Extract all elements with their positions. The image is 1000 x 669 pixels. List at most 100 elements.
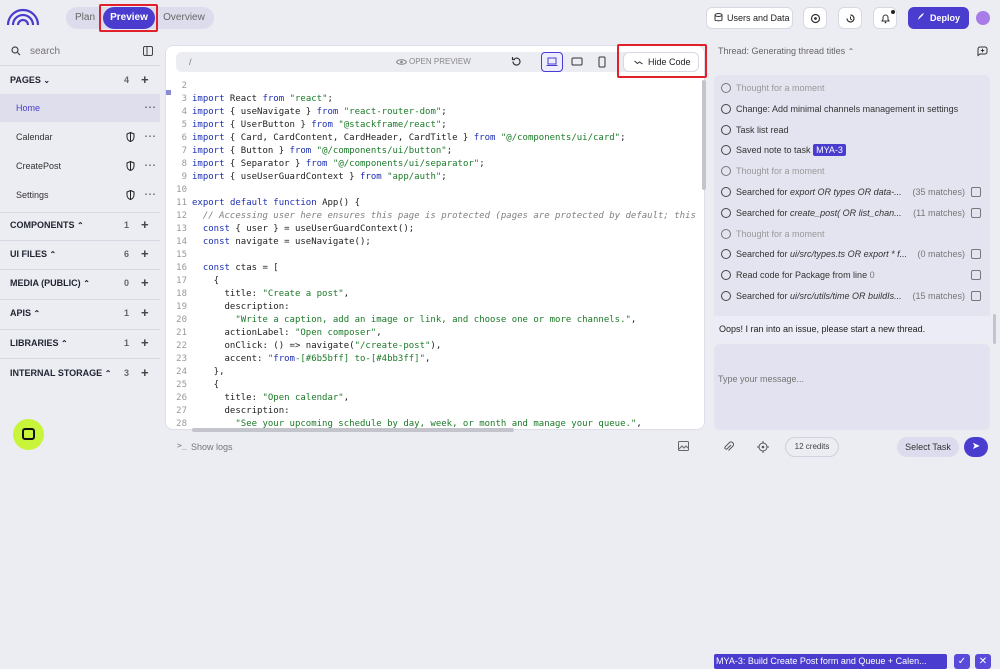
code-text: export default function App() { [192, 198, 361, 208]
activity-label: Read code for Package from line [736, 270, 868, 281]
search-icon [721, 207, 731, 218]
section-apis[interactable]: APIS ⌃ 1 + [0, 299, 160, 327]
section-libraries[interactable]: LIBRARIES ⌃ 1 + [0, 329, 160, 357]
activity-item[interactable]: Searched for create_post( OR list_chan..… [721, 204, 983, 222]
thread-title[interactable]: Thread: Generating thread titles ⌃ [718, 46, 854, 56]
code-text: import { Card, CardContent, CardHeader, … [192, 133, 626, 143]
code-line: 15 [166, 249, 704, 262]
activity-item[interactable]: Searched for ui/src/utils/time OR buildI… [721, 287, 983, 305]
line-number: 12 [176, 211, 187, 221]
section-label: MEDIA (PUBLIC) ⌃ [10, 278, 90, 288]
activity-item[interactable]: Searched for ui/src/types.ts OR export *… [721, 245, 983, 263]
code-line: 13 const { user } = useUserGuardContext(… [166, 223, 704, 236]
activity-item[interactable]: Saved note to task MYA-3 [721, 141, 983, 159]
code-line: 7 import { Button } from "@/components/ui… [166, 145, 704, 158]
add-page-button[interactable]: + [141, 66, 149, 94]
code-line: 27 description: [166, 405, 704, 418]
sidebar-item-createpost[interactable]: CreatePost ⋯ [0, 152, 160, 180]
chat-scrollbar[interactable] [993, 314, 996, 344]
help-chat-button[interactable] [13, 419, 44, 450]
avatar[interactable] [976, 11, 990, 25]
sidebar-item-settings[interactable]: Settings ⋯ [0, 181, 160, 209]
match-count: (15 matches) [912, 291, 965, 301]
more-icon[interactable]: ⋯ [144, 94, 156, 120]
notifications-button[interactable] [873, 7, 897, 29]
shield-icon [126, 161, 135, 171]
deploy-button[interactable]: Deploy [908, 7, 969, 29]
add-button[interactable]: + [141, 329, 149, 357]
line-number: 19 [176, 302, 187, 312]
add-button[interactable]: + [141, 240, 149, 268]
expand-details-icon[interactable] [971, 249, 981, 260]
sidebar-item-label: Home [16, 103, 41, 113]
expand-details-icon[interactable] [971, 270, 981, 281]
add-button[interactable]: + [141, 269, 149, 297]
activity-label: Searched for [736, 207, 788, 218]
sidebar-item-home[interactable]: Home ⋯ [0, 94, 160, 122]
activity-text: Searched for create_post( OR list_chan..… [736, 204, 902, 222]
section-count: 1 [124, 220, 130, 230]
section-components[interactable]: COMPONENTS ⌃ 1 + [0, 211, 160, 239]
sidebar-item-calendar[interactable]: Calendar ⋯ [0, 123, 160, 151]
desktop-view-button[interactable] [541, 52, 563, 72]
section-pages[interactable]: PAGES ⌄ 4 + [0, 66, 160, 94]
mobile-view-button[interactable] [591, 52, 613, 72]
open-preview-link[interactable]: OPEN PREVIEW [409, 52, 471, 72]
new-thread-icon[interactable] [976, 46, 988, 58]
task-chip[interactable]: MYA-3: Build Create Post form and Queue … [714, 654, 947, 669]
expand-details-icon[interactable] [971, 187, 981, 197]
section-ui-files[interactable]: UI FILES ⌃ 6 + [0, 240, 160, 268]
code-area[interactable]: 2 3 import React from "react"; 4 import { us… [166, 80, 704, 429]
section-count: 3 [124, 368, 130, 378]
users-and-data-button[interactable]: Users and Data [706, 7, 793, 29]
activity-item[interactable]: Task list read [721, 121, 983, 139]
rocket-icon [918, 13, 924, 20]
code-line: 12 // Accessing user here ensures this p… [166, 210, 704, 223]
history-button[interactable] [838, 7, 862, 29]
section-internal-storage[interactable]: INTERNAL STORAGE ⌃ 3 + [0, 359, 160, 387]
collapse-sidebar-icon[interactable] [143, 46, 153, 56]
refresh-icon[interactable] [511, 56, 522, 67]
activity-item[interactable]: Searched for export OR types OR data-...… [721, 183, 983, 201]
activity-label: Thought for a moment [736, 83, 825, 93]
activity-item[interactable]: Thought for a moment [721, 162, 983, 180]
chevron-down-icon: ⌄ [43, 76, 51, 85]
send-button[interactable]: ➤ [964, 437, 988, 457]
bookmark-marker [166, 90, 171, 95]
add-button[interactable]: + [141, 211, 149, 239]
activity-item[interactable]: Thought for a moment [721, 79, 983, 97]
history-icon [846, 14, 855, 23]
settings-button[interactable] [803, 7, 827, 29]
line-number: 10 [176, 185, 187, 195]
activity-item[interactable]: Read code for Package from line 0 [721, 266, 983, 284]
activity-item[interactable]: Change: Add minimal channels management … [721, 100, 983, 118]
more-icon[interactable]: ⋯ [144, 152, 156, 178]
activity-text: Thought for a moment [736, 162, 825, 180]
code-editor-panel: / OPEN PREVIEW Hide Code 2 3 import React … [165, 45, 705, 430]
select-task-button[interactable]: Select Task [897, 437, 959, 457]
message-input[interactable] [718, 370, 984, 388]
search-input[interactable] [30, 43, 130, 59]
expand-details-icon[interactable] [971, 207, 981, 218]
tablet-view-button[interactable] [566, 52, 588, 72]
horizontal-scrollbar[interactable] [192, 428, 514, 432]
remove-task-button[interactable]: ✕ [975, 654, 991, 669]
section-media[interactable]: MEDIA (PUBLIC) ⌃ 0 + [0, 269, 160, 297]
attachment-icon[interactable] [723, 441, 734, 453]
vertical-scrollbar[interactable] [702, 80, 706, 190]
code-line: 6 import { Card, CardContent, CardHeader,… [166, 132, 704, 145]
add-button[interactable]: + [141, 299, 149, 327]
target-icon[interactable] [757, 441, 769, 453]
show-logs-button[interactable]: Show logs [191, 442, 233, 452]
image-icon[interactable] [678, 441, 689, 451]
add-button[interactable]: + [141, 359, 149, 387]
more-icon[interactable]: ⋯ [144, 181, 156, 207]
tab-overview[interactable]: Overview [158, 7, 210, 29]
task-tag[interactable]: MYA-3 [813, 144, 846, 157]
activity-item[interactable]: Thought for a moment [721, 225, 983, 243]
expand-details-icon[interactable] [971, 291, 981, 301]
confirm-task-button[interactable]: ✓ [954, 654, 970, 669]
more-icon[interactable]: ⋯ [144, 123, 156, 149]
activity-label: Change: Add minimal channels management … [736, 103, 959, 114]
app-logo-icon[interactable] [6, 5, 40, 27]
